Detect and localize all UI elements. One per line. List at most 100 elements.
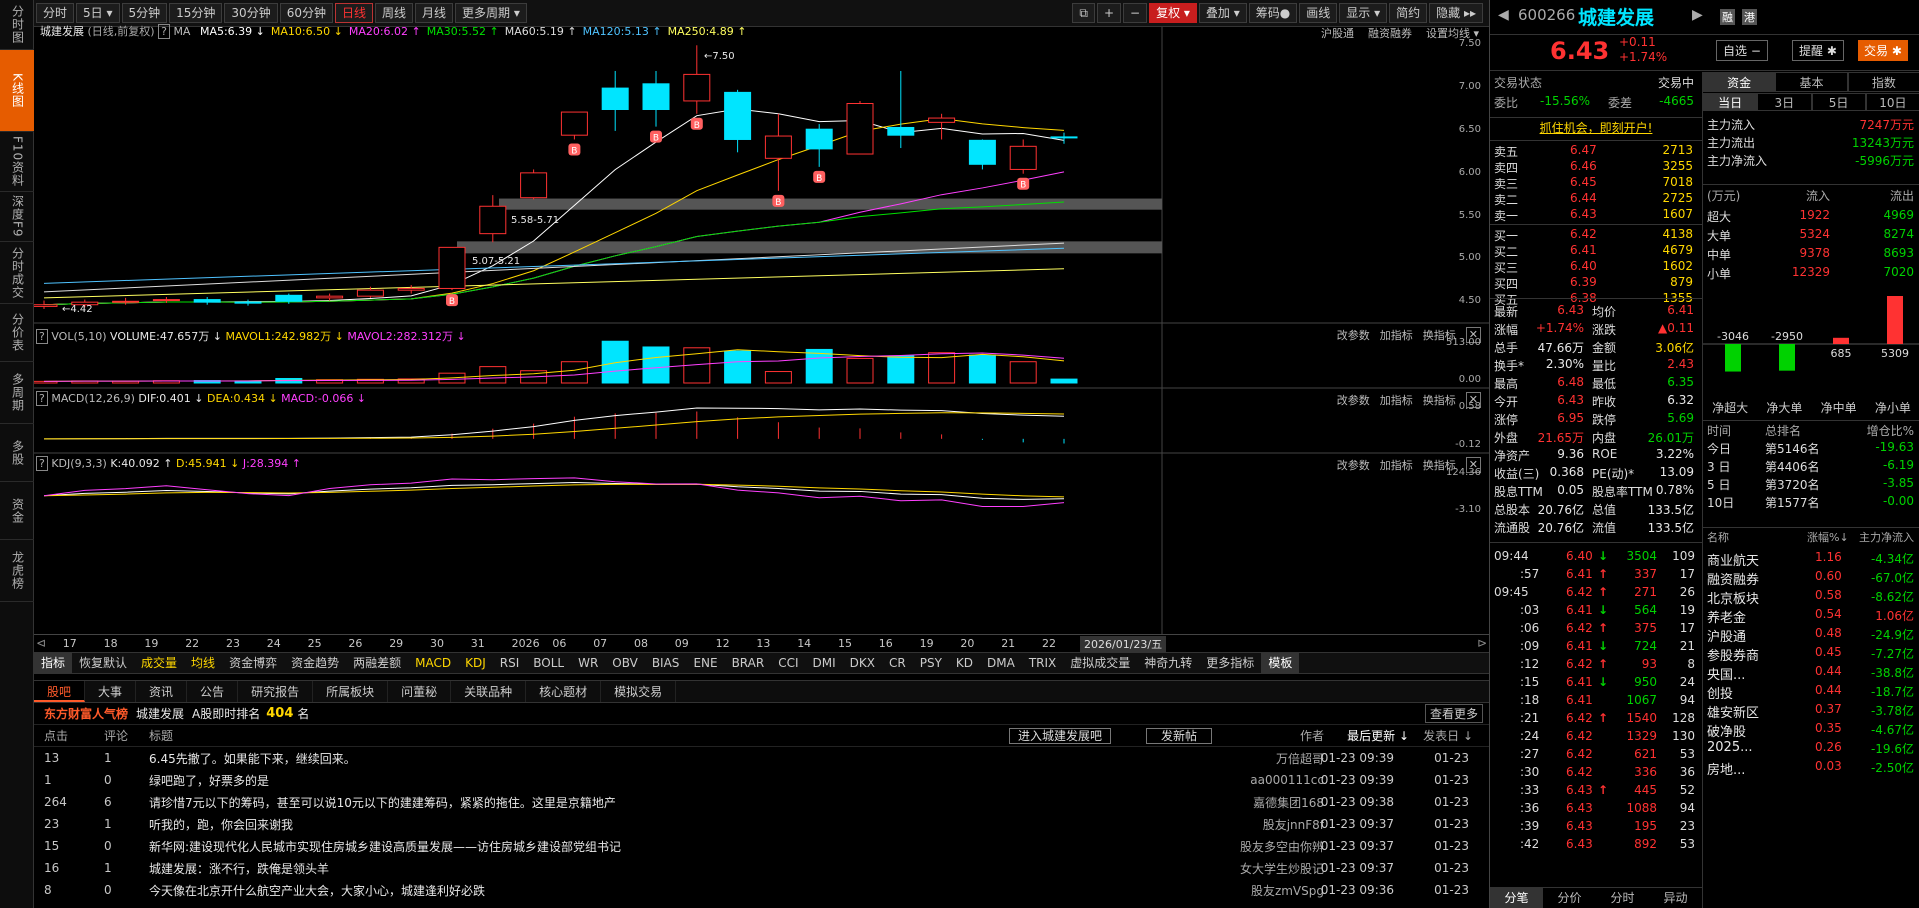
- forum-tab-2[interactable]: 资讯: [136, 681, 188, 702]
- indicator-tab-21[interactable]: KD: [949, 653, 980, 673]
- indicator-tab-5[interactable]: 资金趋势: [284, 653, 346, 673]
- indicator-tab-10[interactable]: BOLL: [526, 653, 571, 673]
- indicator-tab-17[interactable]: DMI: [806, 653, 843, 673]
- tick-tab-3[interactable]: 异动: [1649, 888, 1702, 908]
- tool-button-9[interactable]: 隐藏 ▸▸: [1429, 3, 1483, 23]
- indicator-tab-7[interactable]: MACD: [408, 653, 458, 673]
- forum-tab-8[interactable]: 核心题材: [526, 681, 602, 702]
- indicator-tab-8[interactable]: KDJ: [458, 653, 493, 673]
- period-button-6[interactable]: 日线: [334, 3, 373, 23]
- next-stock-icon[interactable]: ▶: [1692, 7, 1703, 23]
- tool-button-6[interactable]: 画线: [1299, 3, 1338, 23]
- post-author[interactable]: 万倍超哥: [1276, 750, 1324, 767]
- leftnav-item-3[interactable]: 深度F9: [0, 192, 34, 242]
- indicator-tab-0[interactable]: 指标: [34, 653, 73, 673]
- tool-button-3[interactable]: 复权 ▾: [1149, 3, 1197, 23]
- post-row[interactable]: 8 0 今天像在北京开什么航空产业大会，大家小心，城建逢利好必跌 股友zmVSpg 01…: [34, 879, 1489, 901]
- chart-top-link-1[interactable]: 融资融券: [1368, 25, 1412, 41]
- period-button-1[interactable]: 5日 ▾: [76, 3, 120, 23]
- post-row[interactable]: 264 6 请珍惜7元以下的筹码，甚至可以说10元以下的建建筹码，紧紧的拖住。这里是…: [34, 791, 1489, 813]
- money-period-tab-3[interactable]: 10日: [1865, 93, 1919, 111]
- view-more-button[interactable]: 查看更多: [1424, 704, 1483, 723]
- post-title[interactable]: 今天像在北京开什么航空产业大会，大家小心，城建逢利好必跌: [149, 882, 485, 899]
- indicator-tab-3[interactable]: 均线: [184, 653, 222, 673]
- forum-tab-1[interactable]: 大事: [85, 681, 137, 702]
- post-title[interactable]: 请珍惜7元以下的筹码，甚至可以说10元以下的建建筹码，紧紧的拖住。这里是京籍地产: [149, 794, 616, 811]
- tick-list[interactable]: 09:44 6.40 ↓ 3504 109:57 6.41 ↑ 337 17 09:45 6.42 ↑…: [1490, 542, 1702, 884]
- add-indicator-button[interactable]: 加指标: [1380, 457, 1413, 473]
- leftnav-item-1[interactable]: K线图: [0, 50, 34, 132]
- date-axis[interactable]: 17 18 19 22 23 24 25 26 29 30 31 2026 06 07 08 09 12 13 14…: [34, 634, 1489, 652]
- forum-tab-7[interactable]: 关联品种: [451, 681, 527, 702]
- sells-row[interactable]: 卖三 6.45 7018: [1490, 175, 1703, 191]
- leftnav-item-7[interactable]: 多股: [0, 424, 34, 482]
- leftnav-item-5[interactable]: 分价表: [0, 304, 34, 362]
- tick-tab-0[interactable]: 分笔: [1490, 888, 1543, 908]
- help-icon[interactable]: ?: [158, 24, 170, 39]
- post-title[interactable]: 绿吧跑了，好票多的是: [149, 772, 269, 789]
- sells-row[interactable]: 卖二 6.44 2725: [1490, 191, 1703, 207]
- forum-tab-6[interactable]: 问董秘: [388, 681, 452, 702]
- forum-tab-4[interactable]: 研究报告: [238, 681, 314, 702]
- money-tab-2[interactable]: 指数: [1847, 72, 1919, 92]
- period-button-3[interactable]: 15分钟: [169, 3, 223, 23]
- leftnav-item-8[interactable]: 资金: [0, 482, 34, 540]
- switch-indicator-button[interactable]: 换指标: [1423, 392, 1456, 408]
- post-author[interactable]: 女大学生炒股记: [1240, 860, 1324, 877]
- buys-row[interactable]: 买三 6.40 1602: [1490, 259, 1703, 275]
- tool-button-4[interactable]: 叠加 ▾: [1198, 3, 1247, 23]
- prev-stock-icon[interactable]: ◀: [1498, 7, 1509, 23]
- money-period-tab-2[interactable]: 5日: [1811, 93, 1866, 111]
- edit-params-button[interactable]: 改参数: [1337, 327, 1370, 343]
- sector-name[interactable]: 央国...: [1707, 664, 1745, 683]
- sector-name[interactable]: 雄安新区: [1707, 702, 1759, 721]
- leftnav-item-0[interactable]: 分时图: [0, 0, 34, 50]
- indicator-tab-1[interactable]: 恢复默认: [72, 653, 134, 673]
- buys-row[interactable]: 买一 6.42 4138: [1490, 227, 1703, 243]
- forum-tab-5[interactable]: 所属板块: [313, 681, 389, 702]
- post-author[interactable]: aa000111cc: [1250, 773, 1324, 787]
- period-button-5[interactable]: 60分钟: [279, 3, 333, 23]
- money-tab-1[interactable]: 基本: [1775, 72, 1848, 92]
- indicator-tab-26[interactable]: 更多指标: [1199, 653, 1261, 673]
- post-author[interactable]: 嘉德集团168: [1253, 794, 1324, 811]
- forum-tab-0[interactable]: 股吧: [34, 681, 86, 702]
- post-title[interactable]: 城建发展：涨不行，跌俺是领头羊: [149, 860, 329, 877]
- forum-tab-9[interactable]: 模拟交易: [601, 681, 677, 702]
- scroll-left-icon[interactable]: ⊲: [36, 636, 46, 650]
- money-period-tab-0[interactable]: 当日: [1703, 93, 1758, 111]
- post-title[interactable]: 6.45先撤了。如果能下来，继续回来。: [149, 750, 356, 767]
- scroll-right-icon[interactable]: ⊳: [1477, 636, 1487, 650]
- tool-button-5[interactable]: 筹码●: [1248, 3, 1298, 23]
- indicator-tab-12[interactable]: OBV: [605, 653, 645, 673]
- indicator-tab-14[interactable]: ENE: [686, 653, 724, 673]
- indicator-tab-9[interactable]: RSI: [493, 653, 527, 673]
- indicator-tab-2[interactable]: 成交量: [134, 653, 184, 673]
- period-button-0[interactable]: 分时: [36, 3, 75, 23]
- sector-name[interactable]: 养老金: [1707, 607, 1746, 626]
- indicator-tab-20[interactable]: PSY: [913, 653, 949, 673]
- sector-name[interactable]: 北京板块: [1707, 588, 1759, 607]
- kline-chart-area[interactable]: B B B B B B B 城建发展 (日线,前复权) ? MA MA5:6.39 ↓ MA1…: [30, 24, 1489, 652]
- help-icon[interactable]: ?: [36, 456, 48, 471]
- leftnav-item-2[interactable]: F10资料: [0, 132, 34, 192]
- chart-top-link-0[interactable]: 沪股通: [1321, 25, 1354, 41]
- indicator-tab-16[interactable]: CCI: [771, 653, 805, 673]
- add-watchlist-button[interactable]: 自选 −: [1716, 40, 1768, 61]
- sector-name[interactable]: 融资融券: [1707, 569, 1759, 588]
- post-author[interactable]: 股友jnnF8f: [1263, 816, 1324, 833]
- period-button-4[interactable]: 30分钟: [224, 3, 278, 23]
- post-author[interactable]: 股友zmVSpg: [1251, 882, 1324, 899]
- enter-forum-button[interactable]: 进入城建发展吧: [1009, 727, 1112, 744]
- edit-params-button[interactable]: 改参数: [1337, 392, 1370, 408]
- indicator-tab-4[interactable]: 资金博弈: [222, 653, 284, 673]
- post-row[interactable]: 23 1 听我的，跑，你会回来谢我 股友jnnF8f 01-23 09:37 01-23: [34, 813, 1489, 835]
- money-tab-0[interactable]: 资金: [1703, 72, 1776, 92]
- post-title[interactable]: 新华网:建设现代化人民城市实现住房城乡建设高质量发展——访住房城乡建设部党组书记: [149, 838, 621, 855]
- sells-row[interactable]: 卖五 6.47 2713: [1490, 143, 1703, 159]
- tick-tab-2[interactable]: 分时: [1596, 888, 1649, 908]
- help-icon[interactable]: ?: [36, 329, 48, 344]
- open-account-link[interactable]: 抓住机会，即刻开户!: [1490, 119, 1702, 136]
- money-period-tab-1[interactable]: 3日: [1757, 93, 1812, 111]
- help-icon[interactable]: ?: [36, 391, 48, 406]
